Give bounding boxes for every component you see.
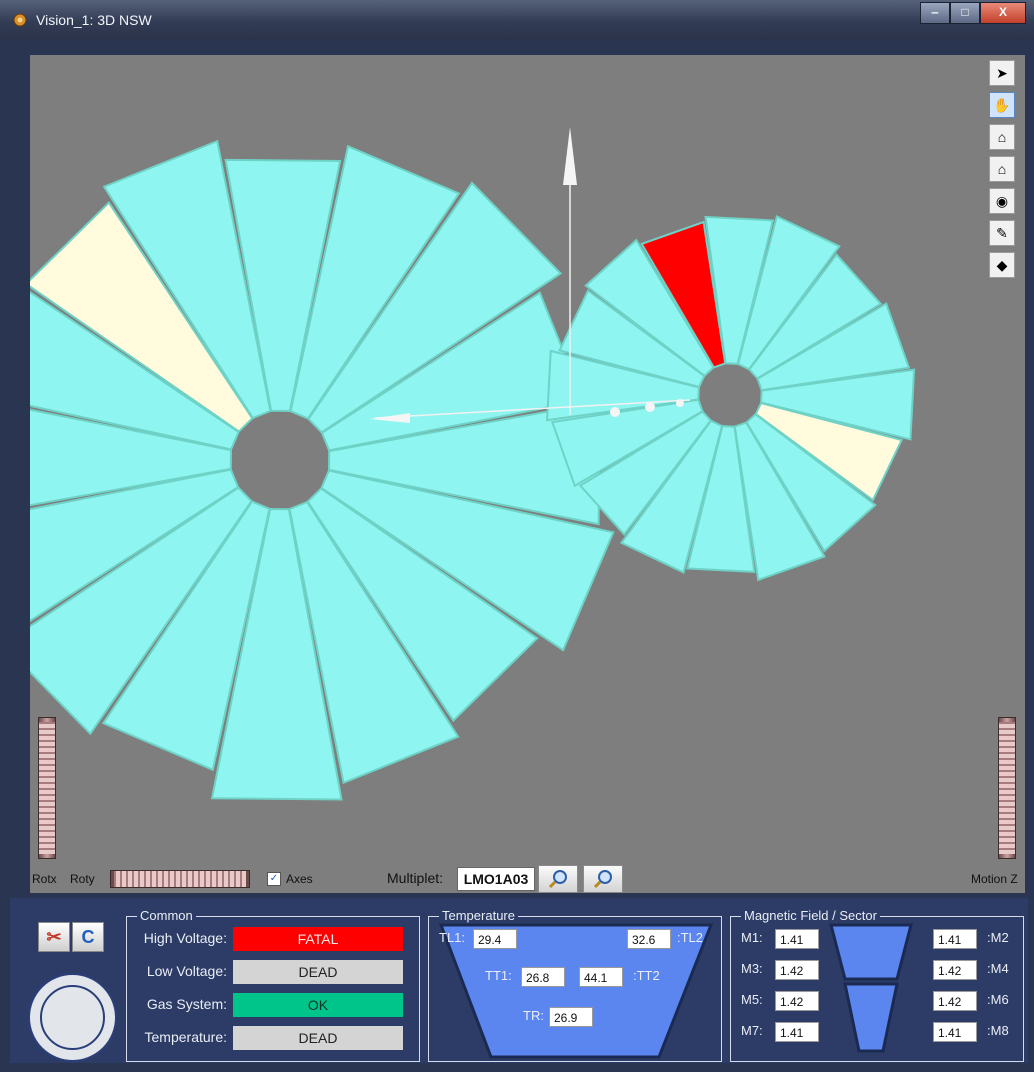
tool-set-home-button[interactable]: ⌂ [989, 156, 1015, 182]
magnetic-left-label: M3: [741, 961, 763, 976]
rotx-slider[interactable] [38, 717, 56, 859]
tl1-label: TL1: [439, 930, 466, 945]
vertical-axis-arrow [563, 127, 577, 185]
temperature-group: Temperature TL1: 29.4 32.6 :TL2 TT1: 26.… [428, 908, 722, 1062]
motion-z-slider[interactable] [998, 717, 1016, 859]
roty-slider[interactable] [110, 870, 250, 888]
common-row-label: Low Voltage: [146, 963, 227, 979]
university-seal [28, 973, 117, 1062]
common-title: Common [137, 908, 196, 923]
flashlight-icon: ✎ [996, 224, 1008, 241]
magnetic-left-label: M7: [741, 1023, 763, 1038]
maximize-button[interactable]: □ [950, 2, 980, 24]
refresh-icon: C [81, 926, 95, 947]
multiplet-field[interactable]: LMO1A03 [457, 867, 535, 891]
tl1-value: 29.4 [473, 929, 517, 949]
common-row-label: High Voltage: [143, 930, 227, 946]
minimize-button[interactable]: ‒ [920, 2, 950, 24]
magnifier-plus-icon [548, 870, 567, 889]
magnetic-left-value: 1.42 [775, 991, 819, 1011]
magnetic-right-value: 1.41 [933, 929, 977, 949]
window-title: Vision_1: 3D NSW [36, 12, 152, 28]
tt2-value: 44.1 [579, 967, 623, 987]
settings-button[interactable]: ✂ [38, 922, 70, 952]
zoom-in-button[interactable] [538, 865, 578, 893]
magnetic-group: Magnetic Field / Sector M1: 1.41 M3: 1.42 M5… [730, 908, 1024, 1062]
tt1-label: TT1: [485, 968, 512, 983]
tool-select-button[interactable]: ➤ [989, 60, 1015, 86]
tl2-value: 32.6 [627, 929, 671, 949]
common-group: Common High Voltage: FATAL Low Voltage: DEA… [126, 908, 420, 1062]
multiplet-label: Multiplet: [387, 870, 444, 886]
magnetic-right-label: :M6 [987, 992, 1009, 1007]
axis-marker [676, 399, 684, 407]
axis-marker [610, 407, 620, 417]
magnetic-left-label: M5: [741, 992, 763, 1007]
shape-icon: ◆ [996, 256, 1008, 273]
title-bar[interactable]: Vision_1: 3D NSW ‒ □ X [0, 0, 1034, 40]
tool-home-button[interactable]: ⌂ [989, 124, 1015, 150]
axis-marker [645, 402, 655, 412]
tt2-label: :TT2 [633, 968, 660, 983]
motion-z-label: Motion Z [971, 872, 1018, 886]
close-button[interactable]: X [980, 2, 1026, 24]
magnetic-right-label: :M4 [987, 961, 1009, 976]
magnetic-right-label: :M8 [987, 1023, 1009, 1038]
view-toolbar: ➤ ✋ ⌂ ⌂ ◉ ✎ ◆ [989, 60, 1015, 284]
magnetic-right-value: 1.41 [933, 1022, 977, 1042]
application-window: Vision_1: 3D NSW ‒ □ X ➤ ✋ ⌂ ⌂ ◉ ✎ ◆ Rotx Roty… [0, 0, 1034, 1072]
common-row-label: Gas System: [146, 996, 227, 1012]
tool-render-button[interactable]: ◆ [989, 252, 1015, 278]
tr-value: 26.9 [549, 1007, 593, 1027]
axes-checkbox[interactable]: ✓ [267, 872, 281, 886]
tool-light-button[interactable]: ✎ [989, 220, 1015, 246]
tool-pan-button[interactable]: ✋ [989, 92, 1015, 118]
zoom-out-button[interactable] [583, 865, 623, 893]
magnetic-left-label: M1: [741, 930, 763, 945]
common-row-status: OK [233, 993, 403, 1017]
magnetic-left-value: 1.41 [775, 929, 819, 949]
roty-label: Roty [70, 872, 95, 886]
window-controls: ‒ □ X [920, 2, 1026, 24]
eye-icon: ◉ [995, 192, 1009, 209]
tools-icon: ✂ [46, 926, 62, 947]
home-icon: ⌂ [997, 129, 1007, 145]
magnetic-right-value: 1.42 [933, 991, 977, 1011]
status-panel: ✂ C Common High Voltage: FATAL Low Voltage… [10, 898, 1028, 1063]
magnifier-minus-icon [593, 870, 612, 889]
hand-icon: ✋ [993, 96, 1011, 113]
rotx-label: Rotx [32, 872, 57, 886]
large-wheel[interactable] [30, 139, 615, 801]
common-row-status: FATAL [233, 927, 403, 951]
common-row-label: Temperature: [144, 1029, 227, 1045]
refresh-button[interactable]: C [72, 922, 104, 952]
tr-label: TR: [523, 1008, 544, 1023]
tool-view-button[interactable]: ◉ [989, 188, 1015, 214]
3d-viewport[interactable]: ➤ ✋ ⌂ ⌂ ◉ ✎ ◆ Rotx Roty ✓ Axes Multiplet: LMO1… [30, 55, 1025, 893]
axes-label: Axes [286, 872, 313, 886]
arrow-pointer-icon: ➤ [996, 64, 1008, 81]
magnetic-right-value: 1.42 [933, 960, 977, 980]
small-wheel[interactable] [546, 214, 916, 582]
common-row-status: DEAD [233, 960, 403, 984]
set-home-icon: ⌂ [997, 161, 1007, 177]
tl2-label: :TL2 [677, 930, 704, 945]
magnetic-left-value: 1.41 [775, 1022, 819, 1042]
gear-app-icon [13, 13, 27, 27]
nsw-3d-scene[interactable] [30, 55, 1025, 893]
magnetic-right-label: :M2 [987, 930, 1009, 945]
tt1-value: 26.8 [521, 967, 565, 987]
common-row-status: DEAD [233, 1026, 403, 1050]
magnetic-left-value: 1.42 [775, 960, 819, 980]
